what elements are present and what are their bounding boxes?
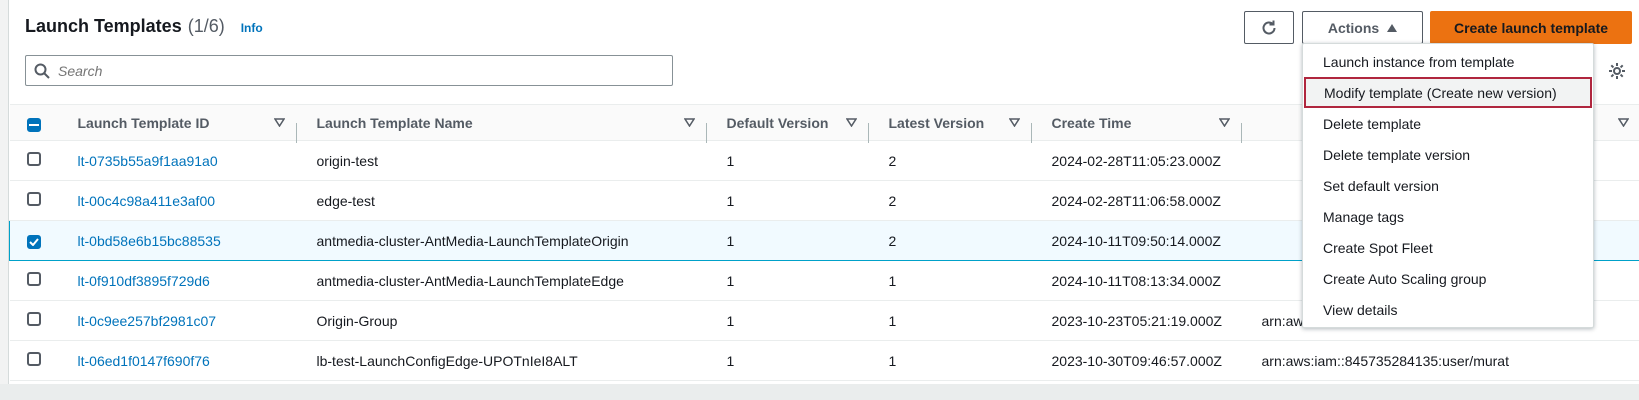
- actions-button[interactable]: Actions: [1302, 11, 1423, 44]
- info-link[interactable]: Info: [241, 21, 263, 35]
- page-title-text: Launch Templates: [25, 16, 182, 36]
- default-version: 1: [726, 312, 735, 329]
- latest-version: 2: [888, 152, 897, 169]
- launch-template-id-link[interactable]: lt-0f910df3895f729d6: [78, 273, 210, 289]
- column-header-create-time[interactable]: Create Time: [1031, 104, 1242, 143]
- default-version: 1: [726, 232, 735, 249]
- search-input[interactable]: [58, 62, 658, 79]
- refresh-button[interactable]: [1244, 11, 1294, 44]
- select-all-checkbox[interactable]: [26, 118, 41, 132]
- actions-button-label: Actions: [1327, 19, 1380, 36]
- column-header-default-version[interactable]: Default Version: [706, 104, 869, 143]
- search-icon: [34, 63, 50, 79]
- launch-templates-panel: Launch Templates (1/6) Info Actions Crea…: [8, 0, 1639, 384]
- latest-version: 1: [888, 272, 897, 289]
- launch-template-name: antmedia-cluster-AntMedia-LaunchTemplate…: [316, 232, 629, 249]
- menu-item[interactable]: View details: [1303, 294, 1593, 325]
- column-header-label: Create Time: [1051, 114, 1132, 131]
- menu-item[interactable]: Delete template version: [1303, 139, 1593, 170]
- launch-template-id-link[interactable]: lt-00c4c98a411e3af00: [78, 193, 216, 209]
- menu-item[interactable]: Modify template (Create new version): [1304, 77, 1592, 108]
- column-header-label: Launch Template ID: [77, 114, 210, 131]
- row-checkbox[interactable]: [26, 352, 41, 366]
- launch-template-name: origin-test: [316, 152, 378, 169]
- page-title: Launch Templates (1/6) Info: [25, 16, 263, 37]
- menu-item[interactable]: Create Spot Fleet: [1303, 232, 1593, 263]
- column-header-id[interactable]: Launch Template ID: [57, 104, 297, 143]
- create-time: 2023-10-23T05:21:19.000Z: [1051, 312, 1222, 329]
- indeterminate-icon: [28, 124, 39, 126]
- latest-version: 2: [888, 192, 897, 209]
- horizontal-scrollbar[interactable]: [0, 384, 1639, 400]
- create-time: 2024-10-11T08:13:34.000Z: [1051, 272, 1221, 289]
- checkmark-icon: [29, 237, 39, 246]
- column-header-latest-version[interactable]: Latest Version: [868, 104, 1032, 143]
- row-select-cell: [9, 180, 58, 221]
- selection-count: (1/6): [187, 16, 225, 36]
- sort-icon: [845, 118, 857, 127]
- latest-version: 1: [888, 312, 897, 329]
- row-select-cell: [9, 340, 58, 381]
- default-version: 1: [726, 152, 735, 169]
- gear-icon[interactable]: [1608, 62, 1626, 80]
- launch-template-name: lb-test-LaunchConfigEdge-UPOTnIeI8ALT: [316, 352, 578, 369]
- created-by: arn:aws:iam::845735284135:user/murat: [1261, 352, 1509, 369]
- table-row[interactable]: lt-06ed1f0147f690f76 lb-test-LaunchConfig…: [9, 340, 1639, 381]
- menu-item[interactable]: Set default version: [1303, 170, 1593, 201]
- caret-up-icon: [1387, 23, 1398, 32]
- default-version: 1: [726, 272, 735, 289]
- launch-template-id-link[interactable]: lt-0735b55a9f1aa91a0: [78, 153, 218, 169]
- sort-icon: [1218, 118, 1230, 127]
- default-version: 1: [726, 352, 735, 369]
- actions-dropdown-menu: Launch instance from template Modify temp…: [1302, 43, 1594, 328]
- row-select-cell: [9, 220, 58, 261]
- row-checkbox[interactable]: [26, 152, 41, 166]
- column-header-label: Latest Version: [888, 114, 985, 131]
- sort-icon: [273, 118, 285, 127]
- create-time: 2024-10-11T09:50:14.000Z: [1051, 232, 1221, 249]
- launch-template-name: antmedia-cluster-AntMedia-LaunchTemplate…: [316, 272, 624, 289]
- column-header-label: Default Version: [726, 114, 829, 131]
- create-time: 2024-02-28T11:06:58.000Z: [1051, 192, 1221, 209]
- launch-template-id-link[interactable]: lt-06ed1f0147f690f76: [78, 353, 210, 369]
- row-checkbox[interactable]: [26, 312, 41, 326]
- search-box[interactable]: [25, 55, 673, 86]
- row-checkbox[interactable]: [27, 234, 41, 249]
- launch-template-id-link[interactable]: lt-0c9ee257bf2981c07: [78, 313, 217, 329]
- select-all-cell: [9, 104, 58, 141]
- column-header-label: Launch Template Name: [316, 114, 473, 131]
- refresh-icon: [1262, 20, 1276, 34]
- launch-template-id-link[interactable]: lt-0bd58e6b15bc88535: [78, 233, 221, 249]
- latest-version: 2: [888, 232, 897, 249]
- sort-icon: [1617, 118, 1629, 127]
- menu-item[interactable]: Delete template: [1303, 108, 1593, 139]
- row-select-cell: [9, 140, 58, 181]
- sort-icon: [683, 118, 695, 127]
- menu-item[interactable]: Create Auto Scaling group: [1303, 263, 1593, 294]
- launch-template-name: Origin-Group: [316, 312, 398, 329]
- row-checkbox[interactable]: [26, 272, 41, 286]
- row-select-cell: [9, 300, 58, 341]
- launch-template-name: edge-test: [316, 192, 375, 209]
- menu-item[interactable]: Launch instance from template: [1303, 46, 1593, 77]
- row-checkbox[interactable]: [26, 192, 41, 206]
- row-select-cell: [9, 260, 58, 301]
- sort-icon: [1008, 118, 1020, 127]
- latest-version: 1: [888, 352, 897, 369]
- create-launch-template-button[interactable]: Create launch template: [1430, 11, 1632, 44]
- menu-item[interactable]: Manage tags: [1303, 201, 1593, 232]
- create-time: 2024-02-28T11:05:23.000Z: [1051, 152, 1221, 169]
- column-header-name[interactable]: Launch Template Name: [296, 104, 707, 143]
- create-time: 2023-10-30T09:46:57.000Z: [1051, 352, 1222, 369]
- default-version: 1: [726, 192, 735, 209]
